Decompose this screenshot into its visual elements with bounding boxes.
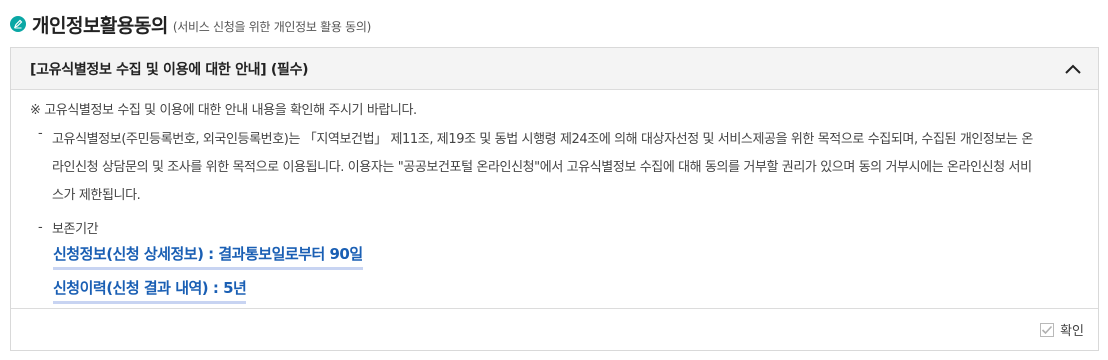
retention-application-history: 신청이력(신청 결과 내역) : 5년 <box>53 276 247 304</box>
retention-heading: 보존기간 <box>52 222 99 237</box>
page-title: 개인정보활용동의 <box>32 14 168 37</box>
page-subtitle: (서비스 신청을 위한 개인정보 활용 동의) <box>172 19 372 34</box>
consent-panel-header[interactable]: [고유식별정보 수집 및 이용에 대한 안내] (필수) <box>11 48 1098 90</box>
retention-application-info: 신청정보(신청 상세정보) : 결과통보일로부터 90일 <box>53 242 363 270</box>
retention-list: 신청정보(신청 상세정보) : 결과통보일로부터 90일 신청이력(신청 결과 … <box>30 242 1079 310</box>
chevron-up-icon[interactable] <box>1062 58 1084 80</box>
consent-panel-title: [고유식별정보 수집 및 이용에 대한 안내] (필수) <box>30 61 309 78</box>
consent-footer: 확인 <box>11 308 1098 350</box>
checkmark-icon <box>1042 325 1053 334</box>
pen-circle-icon <box>10 16 26 32</box>
list-bullet: - <box>38 126 43 141</box>
confirm-checkbox[interactable] <box>1040 322 1055 337</box>
section-header: 개인정보활용동의 (서비스 신청을 위한 개인정보 활용 동의) <box>10 12 372 37</box>
consent-panel: [고유식별정보 수집 및 이용에 대한 안내] (필수) ※ 고유식별정보 수집… <box>10 47 1099 351</box>
list-item: - 고유식별정보(주민등록번호, 외국인등록번호)는 「지역보건법」 제11조,… <box>30 126 1079 210</box>
notice-text: ※ 고유식별정보 수집 및 이용에 대한 안내 내용을 확인해 주시기 바랍니다… <box>30 103 417 118</box>
collection-purpose-text: 고유식별정보(주민등록번호, 외국인등록번호)는 「지역보건법」 제11조, 제… <box>52 132 1033 203</box>
list-item: - 보존기간 <box>30 220 1079 240</box>
list-bullet: - <box>38 220 43 235</box>
confirm-label[interactable]: 확인 <box>1060 320 1084 339</box>
consent-content: ※ 고유식별정보 수집 및 이용에 대한 안내 내용을 확인해 주시기 바랍니다… <box>11 90 1098 310</box>
